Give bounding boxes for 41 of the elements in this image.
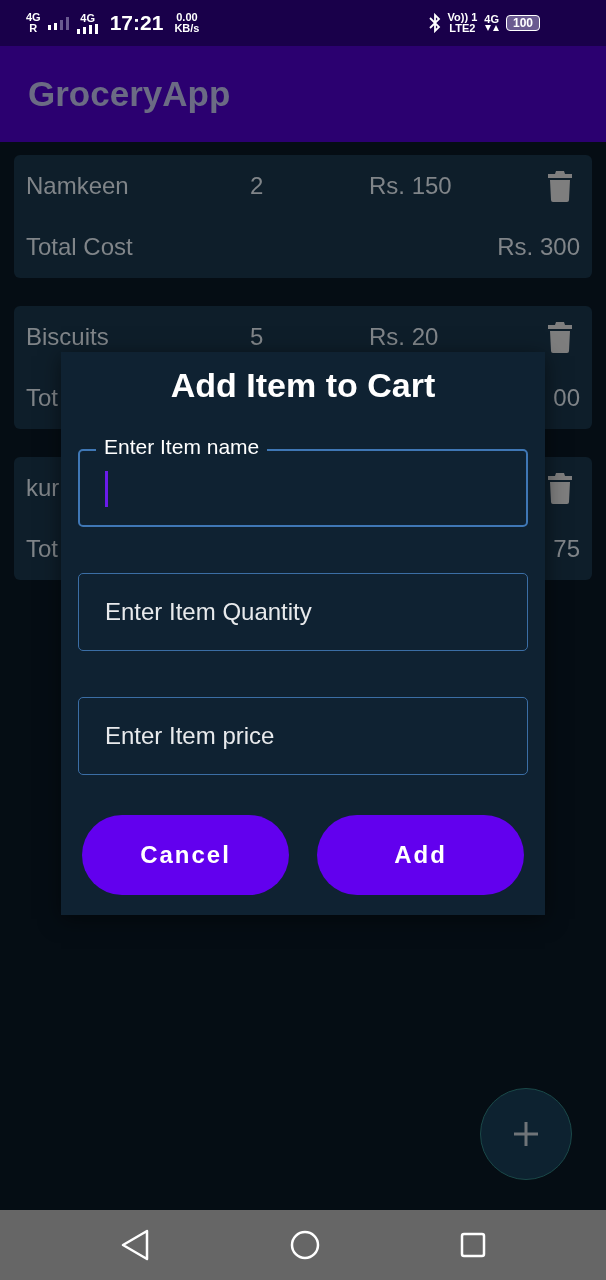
item-quantity: 2: [250, 172, 264, 199]
item-name: Biscuits: [26, 323, 109, 350]
back-icon[interactable]: [120, 1229, 150, 1261]
delete-icon[interactable]: [548, 321, 572, 353]
delete-icon[interactable]: [548, 472, 572, 504]
item-price: Rs. 20: [369, 323, 439, 350]
data-indicator: 4G: [484, 14, 499, 25]
total-cost: Rs. 300: [497, 233, 580, 261]
input-field[interactable]: Enter Item Quantity: [78, 573, 528, 651]
item-name: Namkeen: [26, 172, 129, 199]
clock: 17:21: [109, 11, 164, 35]
data-arrows-icon: [484, 25, 499, 32]
input-field[interactable]: Enter Item price: [78, 697, 528, 775]
app-title: GroceryApp: [28, 74, 231, 114]
text-cursor: [105, 471, 108, 507]
item-quantity: 5: [250, 323, 264, 350]
plus-icon: [513, 1121, 539, 1147]
total-label: Total Cost: [26, 233, 133, 261]
network-type: 4G: [80, 12, 96, 24]
signal-icon: [47, 16, 70, 30]
roaming-indicator: R: [29, 23, 38, 34]
total-label: Tot: [26, 384, 58, 412]
battery-indicator: 100: [505, 15, 540, 31]
delete-icon[interactable]: [548, 170, 572, 202]
total-label: Tot: [26, 535, 58, 563]
network-speed: 0.00: [176, 12, 198, 23]
signal-icon: [76, 23, 99, 34]
bluetooth-icon: [428, 13, 441, 33]
item-price: Rs. 150: [369, 172, 452, 199]
cancel-button[interactable]: Cancel: [82, 815, 289, 895]
add-button[interactable]: Add: [317, 815, 524, 895]
total-cost: 75: [553, 535, 580, 563]
total-cost: 00: [553, 384, 580, 412]
recents-icon[interactable]: [460, 1232, 486, 1258]
home-icon[interactable]: [290, 1230, 320, 1260]
volte-indicator: Vo)) 1: [447, 12, 478, 23]
speed-unit: KB/s: [174, 23, 200, 34]
item-name: kur: [26, 474, 60, 501]
network-type: 4G: [26, 12, 41, 23]
lte-indicator: LTE2: [449, 23, 476, 34]
dialog-title: Add Item to Cart: [169, 366, 437, 405]
